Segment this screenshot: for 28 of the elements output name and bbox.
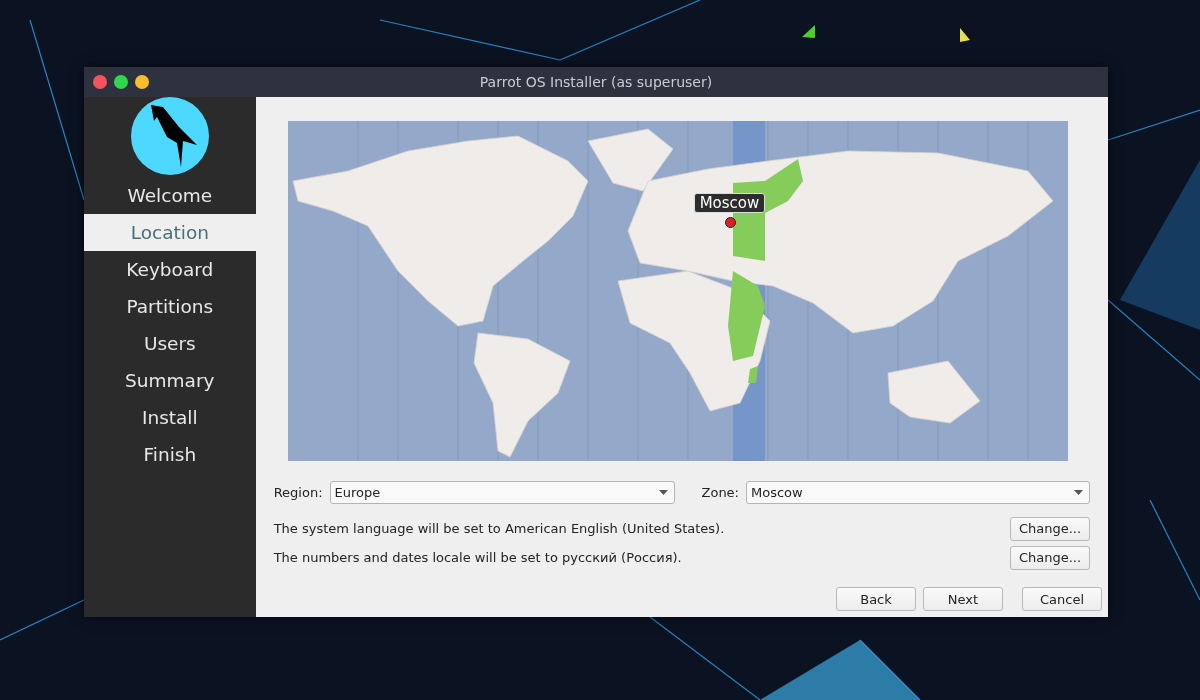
sidebar-item[interactable]: Keyboard <box>84 251 256 288</box>
sidebar-item[interactable]: Welcome <box>84 177 256 214</box>
window-title: Parrot OS Installer (as superuser) <box>479 74 713 90</box>
zone-dropdown[interactable]: Moscow <box>746 481 1090 504</box>
sidebar-item[interactable]: Partitions <box>84 288 256 325</box>
locale-info-text: The numbers and dates locale will be set to русский (Россия). <box>273 550 682 565</box>
sidebar-item[interactable]: Summary <box>84 362 256 399</box>
sidebar-item[interactable]: Finish <box>84 436 256 473</box>
change-button[interactable]: Change... <box>1010 516 1090 541</box>
field-label: Region: <box>273 485 323 500</box>
back-button[interactable]: Back <box>836 587 916 611</box>
caret-icon <box>1074 490 1083 495</box>
caret-icon <box>658 490 668 495</box>
sidebar-item[interactable]: Location <box>84 214 256 251</box>
close-button[interactable] <box>93 75 107 89</box>
change-button[interactable]: Change... <box>1010 545 1090 570</box>
minimize-button[interactable] <box>135 75 149 89</box>
location-pin-icon <box>724 217 736 228</box>
marker-label: Moscow <box>693 193 766 213</box>
parrot-logo-icon <box>130 97 209 175</box>
region-dropdown[interactable]: Europe <box>329 481 675 504</box>
next-button[interactable]: Next <box>923 587 1003 611</box>
sidebar-item[interactable]: Users <box>84 325 256 362</box>
field-label: Zone: <box>701 485 739 500</box>
sidebar-item[interactable]: Install <box>84 399 256 436</box>
cancel-button[interactable]: Cancel <box>1022 587 1102 611</box>
maximize-button[interactable] <box>114 75 128 89</box>
locale-info-text: The system language will be set to American English (United States). <box>273 521 725 536</box>
